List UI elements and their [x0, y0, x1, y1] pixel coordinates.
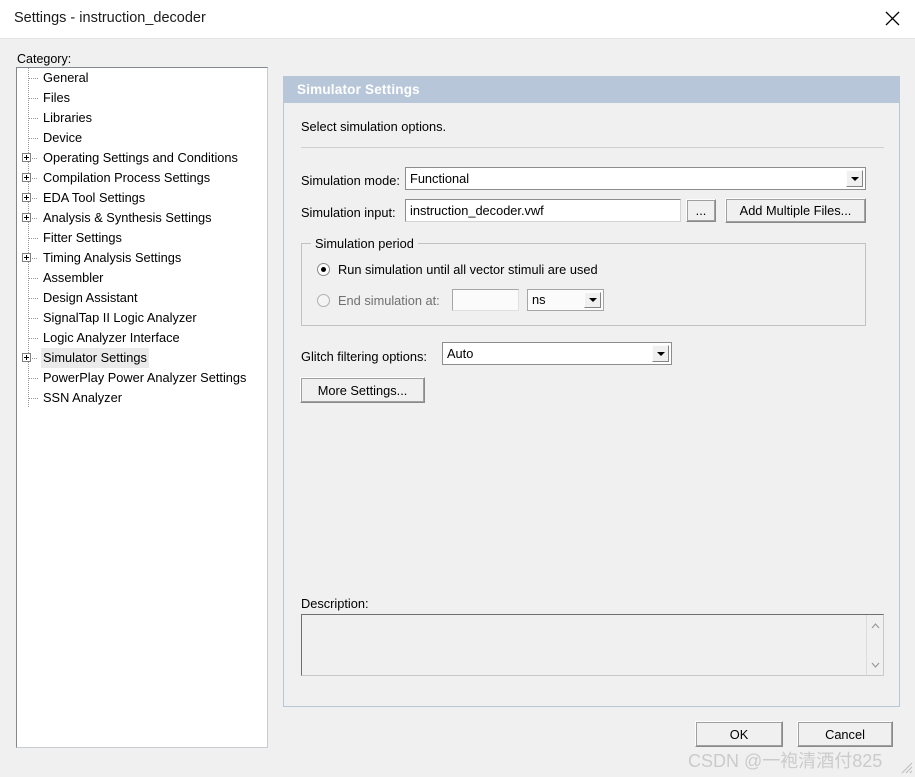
tree-item-operating-settings-and-conditions[interactable]: Operating Settings and Conditions	[17, 148, 267, 168]
simulation-mode-value: Functional	[410, 171, 470, 186]
tree-item-general[interactable]: General	[17, 68, 267, 88]
expand-plus-icon[interactable]	[22, 193, 31, 202]
tree-item-signaltap-ii-logic-analyzer[interactable]: SignalTap II Logic Analyzer	[17, 308, 267, 328]
tree-item-label: Files	[43, 90, 71, 105]
tree-item-libraries[interactable]: Libraries	[17, 108, 267, 128]
watermark: CSDN @一袍清酒付825	[688, 751, 883, 771]
tree-item-label: SSN Analyzer	[43, 390, 122, 405]
tree-item-powerplay-power-analyzer-settings[interactable]: PowerPlay Power Analyzer Settings	[17, 368, 267, 388]
simulation-mode-label: Simulation mode:	[301, 173, 400, 188]
tree-item-ssn-analyzer[interactable]: SSN Analyzer	[17, 388, 267, 408]
chevron-down-icon[interactable]	[652, 345, 669, 362]
tree-item-simulator-settings[interactable]: Simulator Settings	[17, 348, 267, 368]
category-tree[interactable]: General Files Libraries Device Operating Set…	[16, 67, 268, 748]
tree-item-device[interactable]: Device	[17, 128, 267, 148]
tree-item-label: Timing Analysis Settings	[43, 250, 182, 265]
expand-plus-icon[interactable]	[22, 153, 31, 162]
radio-run-until-all-stimuli-label: Run simulation until all vector stimuli …	[338, 262, 598, 277]
simulation-period-group	[301, 243, 866, 326]
tree-item-label: Operating Settings and Conditions	[43, 150, 238, 165]
end-time-input[interactable]	[452, 289, 519, 311]
expand-plus-icon[interactable]	[22, 353, 31, 362]
tree-item-label: Design Assistant	[43, 290, 138, 305]
expand-plus-icon[interactable]	[22, 213, 31, 222]
close-icon	[885, 11, 900, 26]
tree-item-label: Compilation Process Settings	[43, 170, 211, 185]
add-multiple-files-button[interactable]: Add Multiple Files...	[725, 198, 866, 223]
more-settings-button[interactable]: More Settings...	[300, 377, 425, 403]
tree-item-files[interactable]: Files	[17, 88, 267, 108]
time-unit-value: ns	[532, 292, 546, 307]
panel-divider	[301, 147, 884, 148]
tree-item-timing-analysis-settings[interactable]: Timing Analysis Settings	[17, 248, 267, 268]
radio-end-simulation-at[interactable]	[317, 294, 330, 307]
tree-item-fitter-settings[interactable]: Fitter Settings	[17, 228, 267, 248]
scroll-down-icon[interactable]	[867, 656, 884, 673]
chevron-down-icon[interactable]	[584, 292, 601, 308]
tree-item-label: Simulator Settings	[41, 348, 149, 368]
expand-plus-icon[interactable]	[22, 253, 31, 262]
browse-button[interactable]: ...	[686, 199, 716, 222]
glitch-filtering-label: Glitch filtering options:	[301, 349, 427, 364]
close-button[interactable]	[869, 0, 915, 37]
tree-item-label: Libraries	[43, 110, 93, 125]
tree-item-label: EDA Tool Settings	[43, 190, 146, 205]
window-title: Settings - instruction_decoder	[14, 10, 206, 26]
panel-title: Simulator Settings	[284, 77, 899, 103]
simulation-period-legend: Simulation period	[311, 236, 418, 251]
tree-item-assembler[interactable]: Assembler	[17, 268, 267, 288]
tree-item-label: Fitter Settings	[43, 230, 122, 245]
tree-item-label: Device	[43, 130, 83, 145]
simulation-input-label: Simulation input:	[301, 205, 396, 220]
tree-item-compilation-process-settings[interactable]: Compilation Process Settings	[17, 168, 267, 188]
settings-panel: Simulator Settings Select simulation opt…	[283, 76, 900, 707]
cancel-button[interactable]: Cancel	[797, 721, 893, 747]
tree-item-label: Logic Analyzer Interface	[43, 330, 180, 345]
title-bar: Settings - instruction_decoder	[0, 0, 915, 39]
simulation-input-field[interactable]: instruction_decoder.vwf	[405, 199, 681, 222]
tree-item-label: Assembler	[43, 270, 104, 285]
description-label: Description:	[301, 596, 369, 611]
tree-item-label: PowerPlay Power Analyzer Settings	[43, 370, 247, 385]
expand-plus-icon[interactable]	[22, 173, 31, 182]
panel-subtitle: Select simulation options.	[301, 119, 447, 134]
description-textarea[interactable]	[301, 614, 884, 676]
glitch-filtering-value: Auto	[447, 346, 474, 361]
radio-run-until-all-stimuli[interactable]	[317, 263, 330, 276]
tree-item-label: SignalTap II Logic Analyzer	[43, 310, 197, 325]
resize-grip[interactable]	[899, 760, 913, 774]
time-unit-select[interactable]: ns	[527, 289, 604, 311]
chevron-down-icon[interactable]	[846, 170, 863, 187]
tree-item-label: Analysis & Synthesis Settings	[43, 210, 212, 225]
scroll-up-icon[interactable]	[867, 617, 884, 634]
simulation-mode-select[interactable]: Functional	[405, 167, 866, 190]
category-label: Category:	[17, 52, 72, 66]
tree-item-label: General	[43, 70, 89, 85]
tree-item-logic-analyzer-interface[interactable]: Logic Analyzer Interface	[17, 328, 267, 348]
tree-item-eda-tool-settings[interactable]: EDA Tool Settings	[17, 188, 267, 208]
tree-item-design-assistant[interactable]: Design Assistant	[17, 288, 267, 308]
ok-button[interactable]: OK	[695, 721, 783, 747]
description-scrollbar[interactable]	[866, 615, 883, 675]
glitch-filtering-select[interactable]: Auto	[442, 342, 672, 365]
tree-item-analysis-synthesis-settings[interactable]: Analysis & Synthesis Settings	[17, 208, 267, 228]
radio-end-simulation-at-label: End simulation at:	[338, 293, 440, 308]
